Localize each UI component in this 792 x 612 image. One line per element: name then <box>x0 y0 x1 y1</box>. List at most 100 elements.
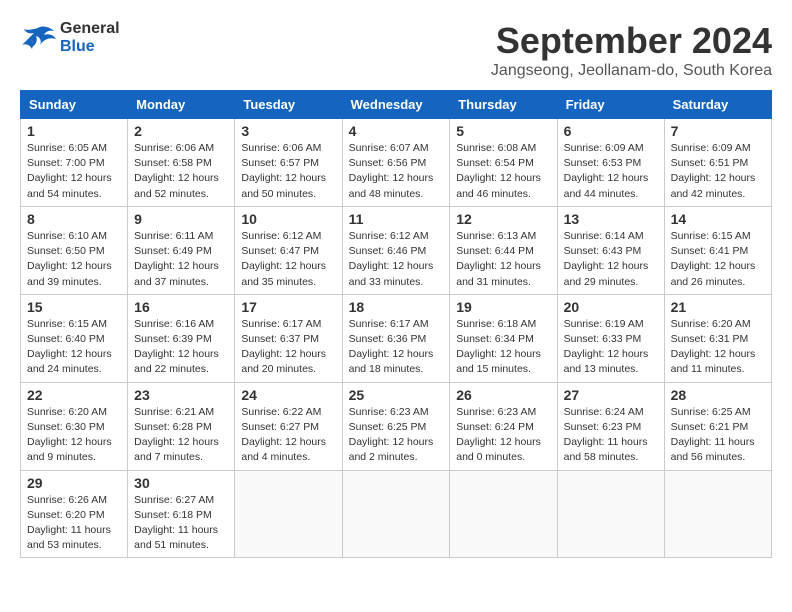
calendar-cell: 26 Sunrise: 6:23 AM Sunset: 6:24 PM Dayl… <box>450 382 557 470</box>
day-number: 22 <box>27 387 121 403</box>
calendar-week-4: 22 Sunrise: 6:20 AM Sunset: 6:30 PM Dayl… <box>21 382 772 470</box>
calendar-week-5: 29 Sunrise: 6:26 AM Sunset: 6:20 PM Dayl… <box>21 470 772 558</box>
day-info: Sunrise: 6:06 AM Sunset: 6:57 PM Dayligh… <box>241 141 335 202</box>
day-number: 5 <box>456 123 550 139</box>
calendar-cell: 30 Sunrise: 6:27 AM Sunset: 6:18 PM Dayl… <box>128 470 235 558</box>
day-info: Sunrise: 6:10 AM Sunset: 6:50 PM Dayligh… <box>27 229 121 290</box>
day-number: 16 <box>134 299 228 315</box>
calendar-cell: 7 Sunrise: 6:09 AM Sunset: 6:51 PM Dayli… <box>664 119 771 207</box>
calendar-cell <box>450 470 557 558</box>
calendar-week-2: 8 Sunrise: 6:10 AM Sunset: 6:50 PM Dayli… <box>21 206 772 294</box>
day-number: 4 <box>349 123 444 139</box>
calendar-cell: 29 Sunrise: 6:26 AM Sunset: 6:20 PM Dayl… <box>21 470 128 558</box>
calendar-header: SundayMondayTuesdayWednesdayThursdayFrid… <box>21 91 772 119</box>
calendar-cell: 24 Sunrise: 6:22 AM Sunset: 6:27 PM Dayl… <box>235 382 342 470</box>
day-info: Sunrise: 6:08 AM Sunset: 6:54 PM Dayligh… <box>456 141 550 202</box>
day-number: 20 <box>564 299 658 315</box>
day-info: Sunrise: 6:17 AM Sunset: 6:37 PM Dayligh… <box>241 317 335 378</box>
day-number: 13 <box>564 211 658 227</box>
day-number: 9 <box>134 211 228 227</box>
day-info: Sunrise: 6:15 AM Sunset: 6:41 PM Dayligh… <box>671 229 765 290</box>
calendar-cell: 12 Sunrise: 6:13 AM Sunset: 6:44 PM Dayl… <box>450 206 557 294</box>
day-number: 27 <box>564 387 658 403</box>
day-info: Sunrise: 6:16 AM Sunset: 6:39 PM Dayligh… <box>134 317 228 378</box>
calendar-cell: 27 Sunrise: 6:24 AM Sunset: 6:23 PM Dayl… <box>557 382 664 470</box>
day-info: Sunrise: 6:12 AM Sunset: 6:46 PM Dayligh… <box>349 229 444 290</box>
calendar-cell: 22 Sunrise: 6:20 AM Sunset: 6:30 PM Dayl… <box>21 382 128 470</box>
calendar-cell <box>342 470 450 558</box>
calendar-cell: 10 Sunrise: 6:12 AM Sunset: 6:47 PM Dayl… <box>235 206 342 294</box>
day-header-wednesday: Wednesday <box>342 91 450 119</box>
calendar-cell: 9 Sunrise: 6:11 AM Sunset: 6:49 PM Dayli… <box>128 206 235 294</box>
calendar-cell <box>235 470 342 558</box>
calendar-cell: 17 Sunrise: 6:17 AM Sunset: 6:37 PM Dayl… <box>235 294 342 382</box>
day-info: Sunrise: 6:06 AM Sunset: 6:58 PM Dayligh… <box>134 141 228 202</box>
day-number: 8 <box>27 211 121 227</box>
calendar-cell: 1 Sunrise: 6:05 AM Sunset: 7:00 PM Dayli… <box>21 119 128 207</box>
day-header-sunday: Sunday <box>21 91 128 119</box>
day-info: Sunrise: 6:20 AM Sunset: 6:30 PM Dayligh… <box>27 405 121 466</box>
day-number: 11 <box>349 211 444 227</box>
day-number: 26 <box>456 387 550 403</box>
day-header-thursday: Thursday <box>450 91 557 119</box>
day-number: 2 <box>134 123 228 139</box>
day-number: 24 <box>241 387 335 403</box>
calendar-cell: 14 Sunrise: 6:15 AM Sunset: 6:41 PM Dayl… <box>664 206 771 294</box>
calendar-cell: 19 Sunrise: 6:18 AM Sunset: 6:34 PM Dayl… <box>450 294 557 382</box>
day-info: Sunrise: 6:23 AM Sunset: 6:25 PM Dayligh… <box>349 405 444 466</box>
day-number: 15 <box>27 299 121 315</box>
day-number: 12 <box>456 211 550 227</box>
day-number: 14 <box>671 211 765 227</box>
day-info: Sunrise: 6:25 AM Sunset: 6:21 PM Dayligh… <box>671 405 765 466</box>
day-number: 1 <box>27 123 121 139</box>
day-info: Sunrise: 6:09 AM Sunset: 6:51 PM Dayligh… <box>671 141 765 202</box>
calendar-cell: 16 Sunrise: 6:16 AM Sunset: 6:39 PM Dayl… <box>128 294 235 382</box>
day-info: Sunrise: 6:22 AM Sunset: 6:27 PM Dayligh… <box>241 405 335 466</box>
day-info: Sunrise: 6:17 AM Sunset: 6:36 PM Dayligh… <box>349 317 444 378</box>
day-number: 30 <box>134 475 228 491</box>
day-number: 29 <box>27 475 121 491</box>
calendar-cell: 21 Sunrise: 6:20 AM Sunset: 6:31 PM Dayl… <box>664 294 771 382</box>
logo: General Blue <box>20 20 120 55</box>
calendar-cell: 3 Sunrise: 6:06 AM Sunset: 6:57 PM Dayli… <box>235 119 342 207</box>
day-info: Sunrise: 6:12 AM Sunset: 6:47 PM Dayligh… <box>241 229 335 290</box>
day-number: 6 <box>564 123 658 139</box>
day-info: Sunrise: 6:20 AM Sunset: 6:31 PM Dayligh… <box>671 317 765 378</box>
month-title: September 2024 <box>491 20 772 62</box>
calendar-cell: 20 Sunrise: 6:19 AM Sunset: 6:33 PM Dayl… <box>557 294 664 382</box>
day-info: Sunrise: 6:11 AM Sunset: 6:49 PM Dayligh… <box>134 229 228 290</box>
day-info: Sunrise: 6:21 AM Sunset: 6:28 PM Dayligh… <box>134 405 228 466</box>
day-info: Sunrise: 6:24 AM Sunset: 6:23 PM Dayligh… <box>564 405 658 466</box>
calendar-cell: 6 Sunrise: 6:09 AM Sunset: 6:53 PM Dayli… <box>557 119 664 207</box>
day-info: Sunrise: 6:26 AM Sunset: 6:20 PM Dayligh… <box>27 493 121 554</box>
calendar-cell: 28 Sunrise: 6:25 AM Sunset: 6:21 PM Dayl… <box>664 382 771 470</box>
title-section: September 2024 Jangseong, Jeollanam-do, … <box>491 20 772 80</box>
logo-text-line1: General <box>60 20 120 38</box>
calendar: SundayMondayTuesdayWednesdayThursdayFrid… <box>20 90 772 558</box>
day-header-friday: Friday <box>557 91 664 119</box>
day-info: Sunrise: 6:09 AM Sunset: 6:53 PM Dayligh… <box>564 141 658 202</box>
day-info: Sunrise: 6:13 AM Sunset: 6:44 PM Dayligh… <box>456 229 550 290</box>
day-number: 10 <box>241 211 335 227</box>
calendar-cell: 23 Sunrise: 6:21 AM Sunset: 6:28 PM Dayl… <box>128 382 235 470</box>
day-number: 19 <box>456 299 550 315</box>
day-number: 23 <box>134 387 228 403</box>
calendar-cell: 5 Sunrise: 6:08 AM Sunset: 6:54 PM Dayli… <box>450 119 557 207</box>
calendar-cell <box>557 470 664 558</box>
day-number: 25 <box>349 387 444 403</box>
day-info: Sunrise: 6:19 AM Sunset: 6:33 PM Dayligh… <box>564 317 658 378</box>
location-title: Jangseong, Jeollanam-do, South Korea <box>491 62 772 80</box>
calendar-week-1: 1 Sunrise: 6:05 AM Sunset: 7:00 PM Dayli… <box>21 119 772 207</box>
day-info: Sunrise: 6:27 AM Sunset: 6:18 PM Dayligh… <box>134 493 228 554</box>
day-info: Sunrise: 6:18 AM Sunset: 6:34 PM Dayligh… <box>456 317 550 378</box>
day-number: 3 <box>241 123 335 139</box>
day-info: Sunrise: 6:14 AM Sunset: 6:43 PM Dayligh… <box>564 229 658 290</box>
calendar-cell: 15 Sunrise: 6:15 AM Sunset: 6:40 PM Dayl… <box>21 294 128 382</box>
day-number: 21 <box>671 299 765 315</box>
day-number: 18 <box>349 299 444 315</box>
day-header-monday: Monday <box>128 91 235 119</box>
calendar-cell: 2 Sunrise: 6:06 AM Sunset: 6:58 PM Dayli… <box>128 119 235 207</box>
calendar-cell: 25 Sunrise: 6:23 AM Sunset: 6:25 PM Dayl… <box>342 382 450 470</box>
calendar-cell: 13 Sunrise: 6:14 AM Sunset: 6:43 PM Dayl… <box>557 206 664 294</box>
day-number: 7 <box>671 123 765 139</box>
